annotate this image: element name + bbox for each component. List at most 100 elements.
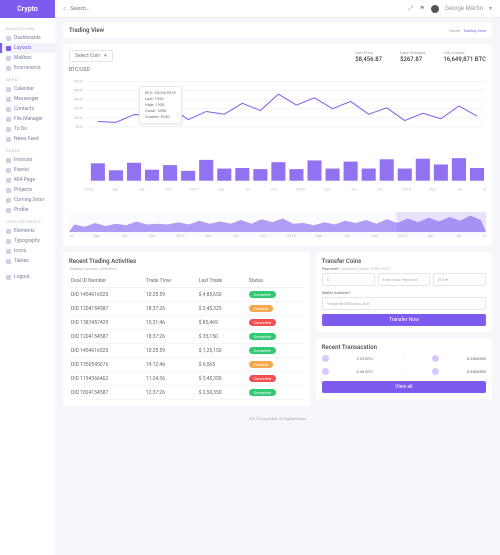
price-chart[interactable]: 1000200030004000500060002016AprJulOct201… — [69, 76, 486, 206]
arrow-right-icon: → — [400, 369, 404, 374]
user-name[interactable]: George Martin — [445, 5, 483, 12]
sidebar-section-title: USER INTERFACE — [0, 215, 55, 226]
chart-card: Select Coin▾ Last Price$8,456.87Daily Ch… — [63, 44, 492, 246]
table-row[interactable]: DID 135054567619:12:46$ 6,565Pending — [69, 358, 304, 372]
range-selector[interactable]: 2016AprJulOct2017AprJulOct2018AprJulOct2… — [69, 212, 486, 238]
sidebar-item-icons[interactable]: Icons — [0, 246, 55, 256]
sidebar-item-events[interactable]: Events — [0, 165, 55, 175]
brand-logo[interactable]: Crypto — [0, 0, 55, 18]
nav-icon — [6, 46, 11, 51]
svg-text:Oct: Oct — [271, 187, 278, 192]
stat: Last Price$8,456.87 — [355, 50, 382, 63]
avatar — [322, 355, 329, 362]
transfer-card: Transfer Coins Payment*Minimum Value "0.… — [316, 252, 492, 332]
sidebar-item-404-page[interactable]: 404 Page — [0, 175, 55, 185]
nav-icon — [6, 107, 11, 112]
table-row[interactable]: DID 145461652010:25:59$ 1,25,150Complete — [69, 344, 304, 358]
sidebar-item-to-do[interactable]: To Do — [0, 124, 55, 134]
view-all-button[interactable]: View all — [322, 381, 486, 393]
status-badge: Complete — [249, 389, 276, 396]
svg-text:2019: 2019 — [398, 233, 407, 238]
select-coin-dropdown[interactable]: Select Coin▾ — [69, 50, 113, 62]
sidebar-item-mailbox[interactable]: Mailbox — [0, 53, 55, 63]
sidebar-item-invoices[interactable]: Invoices — [0, 155, 55, 165]
svg-text:2000: 2000 — [74, 115, 83, 120]
sidebar-item-elements[interactable]: Elements — [0, 226, 55, 236]
sidebar-section-title: APPS — [0, 73, 55, 84]
notification-icon[interactable]: ⚑ — [419, 5, 424, 12]
sidebar-item-layouts[interactable]: Layouts — [0, 43, 55, 53]
currency-select[interactable]: BTC ▾ — [433, 273, 486, 286]
svg-text:Jul: Jul — [245, 187, 250, 192]
nav-icon — [6, 259, 11, 264]
svg-text:1000: 1000 — [74, 124, 83, 129]
status-badge: Complete — [249, 291, 276, 298]
table-row[interactable]: DID 120415458718:37:26$ 2,45,325Pending — [69, 302, 304, 316]
sidebar-item-news-feed[interactable]: News Feed — [0, 134, 55, 144]
sidebar-item-ecommerce[interactable]: Ecommerce — [0, 63, 55, 73]
svg-text:2017: 2017 — [190, 187, 200, 192]
svg-text:Jul: Jul — [351, 187, 356, 192]
sidebar-item-calendar[interactable]: Calendar — [0, 84, 55, 94]
chart-tooltip: BTC: 20/04/2019 Last: 1920 High: 1920 Cl… — [139, 86, 182, 124]
table-row[interactable]: DID 182415458712:37:26$ 2,50,350Complete — [69, 386, 304, 400]
nav-icon — [6, 229, 11, 234]
svg-text:5000: 5000 — [74, 88, 83, 93]
svg-text:Jul: Jul — [344, 233, 349, 238]
svg-text:Oct: Oct — [372, 233, 379, 238]
sidebar-item-projects[interactable]: Projects — [0, 185, 55, 195]
nav-icon — [6, 36, 11, 41]
svg-text:Jul: Jul — [233, 233, 238, 238]
sidebar-item-file-manager[interactable]: File Manager — [0, 114, 55, 124]
sidebar-item-coming-soon[interactable]: Coming Soon — [0, 195, 55, 205]
sidebar-item-contacts[interactable]: Contacts — [0, 104, 55, 114]
svg-text:Oct: Oct — [261, 233, 268, 238]
sidebar-item-typography[interactable]: Typography — [0, 236, 55, 246]
sidebar-item-profile[interactable]: Profile — [0, 205, 55, 215]
nav-icon — [6, 239, 11, 244]
svg-text:3000: 3000 — [74, 106, 83, 111]
amount-currency-icon: $ — [322, 273, 375, 286]
activities-table: Deal ID NumberTrade TimeLast TradeStatus… — [69, 275, 304, 400]
amount-input[interactable]: Enter your Payment — [378, 273, 431, 286]
svg-text:Jul: Jul — [122, 233, 127, 238]
transfer-button[interactable]: Transfer Now — [322, 314, 486, 326]
avatar[interactable] — [431, 5, 439, 13]
chevron-down-icon[interactable]: ▾ — [489, 5, 492, 12]
sidebar-item-messenger[interactable]: Messenger — [0, 94, 55, 104]
sidebar-logout[interactable]: Logout — [0, 272, 55, 282]
search-icon: ⌕ — [63, 5, 66, 13]
table-row[interactable]: DID 145461652010:25:59$ 4,85,650Complete — [69, 288, 304, 302]
page-title: Trading View — [69, 27, 104, 34]
sidebar-item-dashboards[interactable]: Dashboards — [0, 33, 55, 43]
svg-text:2018: 2018 — [287, 233, 297, 238]
arrow-right-icon: → — [400, 356, 404, 361]
nav-icon — [6, 117, 11, 122]
transaction-row: 0.36 BTC→0.6563565 — [322, 365, 486, 378]
svg-text:2016: 2016 — [84, 187, 94, 192]
activities-card: Recent Trading Activities Trading Curren… — [63, 252, 310, 406]
status-badge: Complete — [249, 347, 276, 354]
col-header: Last Trade — [197, 275, 247, 288]
table-row[interactable]: DID 138745742915:31:46$ 85,469Cancelled — [69, 316, 304, 330]
nav-icon — [6, 188, 11, 193]
svg-text:Apr: Apr — [218, 187, 225, 192]
sidebar-item-tables[interactable]: Tables — [0, 256, 55, 266]
search-input[interactable] — [70, 6, 130, 12]
wallet-input[interactable]: ✎ WqrRfd25WctGaLJKH — [322, 297, 486, 310]
svg-text:Apr: Apr — [324, 187, 331, 192]
nav-icon — [6, 127, 11, 132]
svg-text:Apr: Apr — [316, 233, 323, 238]
nav-icon — [6, 137, 11, 142]
table-row[interactable]: DID 120415458718:37:26$ 35,150Complete — [69, 330, 304, 344]
table-row[interactable]: DID 119436646211:24:36$ 5,45,350Cancelle… — [69, 372, 304, 386]
svg-text:Apr: Apr — [94, 233, 101, 238]
svg-text:Jul: Jul — [139, 187, 144, 192]
nav-icon — [6, 158, 11, 163]
svg-text:2018: 2018 — [296, 187, 306, 192]
expand-icon[interactable]: ⤢ — [409, 5, 414, 13]
sidebar: NAVIGATIONSDashboardsLayoutsMailboxEcomm… — [0, 18, 55, 555]
nav-icon — [6, 97, 11, 102]
stat: 24h Volume16,649,871 BTC — [443, 50, 486, 63]
svg-text:6000: 6000 — [74, 78, 83, 83]
